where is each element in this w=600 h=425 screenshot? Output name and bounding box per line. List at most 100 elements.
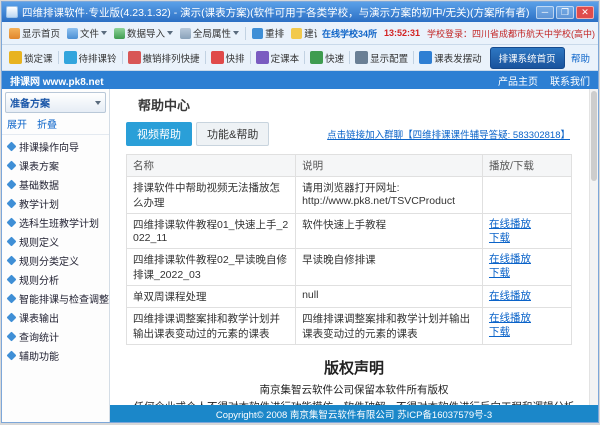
expand-all-link[interactable]: 展开 [7,116,27,131]
sidebar-item-label: 选科生班教学计划 [19,215,99,230]
scheme-selector-label: 准备方案 [10,95,50,110]
table-row: 排课软件中帮助视频无法播放怎么办理请用浏览器打开网址:http://www.pk… [127,177,572,214]
help-video-table: 名称 说明 播放/下载 排课软件中帮助视频无法播放怎么办理请用浏览器打开网址:h… [126,154,572,345]
sidebar-item[interactable]: 规则定义 [2,232,109,251]
download-link[interactable]: 下载 [489,231,510,245]
menu-global-button[interactable]: 全局属性 [177,25,242,41]
menu-file-button[interactable]: 文件 [64,25,110,41]
help-table-body: 排课软件中帮助视频无法播放怎么办理请用浏览器打开网址:http://www.pk… [127,177,572,345]
tool-publish-button[interactable]: 课表发摆动 [417,49,484,67]
toolbar-divider [122,51,123,64]
sidebar-item[interactable]: 规则分类定义 [2,251,109,270]
sidebar-item[interactable]: 教学计划 [2,194,109,213]
sidebar-item[interactable]: 规则分析 [2,270,109,289]
table-row: 四维排课调整案排和教学计划并输出课表变动过的元素的课表四维排课调整案排和教学计划… [127,308,572,345]
tree-node-icon [7,142,17,152]
help-link[interactable]: 帮助 [565,51,590,65]
minimize-button[interactable]: ─ [536,6,554,19]
tool-display-cfg-button[interactable]: 显示配置 [353,49,410,67]
tab-function-help[interactable]: 功能&帮助 [196,122,269,146]
tool-quick-arrange-button[interactable]: 快排 [209,49,247,67]
sidebar-item[interactable]: 选科生班教学计划 [2,213,109,232]
download-link[interactable]: 下载 [489,325,510,339]
online-play-link[interactable]: 在线播放 [489,289,531,303]
fast-icon [211,51,224,64]
col-header-name: 名称 [127,155,296,177]
menu-button-label: 数据导入 [127,26,165,40]
sidebar-item-label: 智能排课与检查调整 [19,291,109,306]
video-desc-cell: null [296,286,483,308]
tool-fix-lesson-button[interactable]: 定课本 [254,49,302,67]
sidebar-item[interactable]: 辅助功能 [2,346,109,365]
contact-us-link[interactable]: 联系我们 [550,73,590,88]
maximize-button[interactable]: ❐ [556,6,574,19]
close-button[interactable]: ✕ [576,6,594,19]
online-play-link[interactable]: 在线播放 [489,217,531,231]
tool-pending-button[interactable]: 待排课铃 [62,49,119,67]
quick-icon [310,51,323,64]
table-row: 单双周课程处理null在线播放 [127,286,572,308]
tree-node-icon [7,256,17,266]
download-link[interactable]: 下载 [489,266,510,280]
menu-redo-button[interactable]: 重排 [249,25,287,41]
lock-icon [9,51,22,64]
tool-button-label: 显示配置 [370,51,408,65]
undo-icon [128,51,141,64]
sidebar-item-label: 教学计划 [19,196,59,211]
tree-node-icon [7,275,17,285]
file-icon [67,28,78,39]
sidebar-item[interactable]: 智能排课与检查调整 [2,289,109,308]
sidebar-item[interactable]: 查询统计 [2,327,109,346]
video-name-cell: 四维排课软件教程02_早读晚自修排课_2022_03 [127,249,296,286]
toolbar-divider [205,51,206,64]
tree-node-icon [7,332,17,342]
vertical-scrollbar[interactable] [589,89,598,405]
publish-icon [419,51,432,64]
tree-node-icon [7,161,17,171]
sidebar: 准备方案 展开 折叠 排课操作向导课表方案基础数据教学计划选科生班教学计划规则定… [2,89,110,422]
tool-lock-button[interactable]: 锁定课 [7,49,55,67]
scheduling-home-button[interactable]: 排课系统首页 [490,47,565,69]
video-name-cell: 四维排课软件教程01_快速上手_2022_11 [127,214,296,249]
video-links-cell: 在线播放下载 [482,214,571,249]
page-title: 帮助中心 [138,95,598,114]
toolbar-divider [349,51,350,64]
sidebar-item[interactable]: 排课操作向导 [2,137,109,156]
tool-undo-arrange-button[interactable]: 撤销排列快捷 [126,49,202,67]
collapse-all-link[interactable]: 折叠 [37,116,57,131]
site-link[interactable]: 排课网 www.pk8.net [10,73,104,88]
toolbar: 锁定课待排课铃撤销排列快捷快排 定课本快速 显示配置课表发摆动 排课系统首页 帮助 [2,45,598,71]
sidebar-item-label: 课表输出 [19,310,59,325]
scheme-selector[interactable]: 准备方案 [5,92,106,113]
toolbar-divider [58,51,59,64]
menubar: 显示首页文件数据导入全局属性重排建议日志 在线学校34所 13:52:31 学校… [2,22,598,45]
video-name-cell: 排课软件中帮助视频无法播放怎么办理 [127,177,296,214]
menu-import-button[interactable]: 数据导入 [111,25,176,41]
window-title: 四维排课软件·专业版(4.23.1.32) - 演示(课表方案)(软件可用于各类… [22,5,532,20]
sidebar-item[interactable]: 课表输出 [2,308,109,327]
online-play-link[interactable]: 在线播放 [489,311,531,325]
scrollbar-thumb[interactable] [591,91,597,181]
col-header-play: 播放/下载 [482,155,571,177]
menu-home-button[interactable]: 显示首页 [6,25,63,41]
sidebar-item[interactable]: 课表方案 [2,156,109,175]
online-play-link[interactable]: 在线播放 [489,252,531,266]
video-desc-cell: 四维排课调整案排和教学计划并输出课表变动过的元素的课表 [296,308,483,345]
tab-video-help[interactable]: 视频帮助 [126,122,192,146]
tree-node-icon [7,351,17,361]
tool-quick-button[interactable]: 快速 [308,49,346,67]
main-content: 帮助中心 视频帮助 功能&帮助 点击链接加入群聊【四维排课课件辅导答疑: 583… [110,89,598,405]
sidebar-item-label: 课表方案 [19,158,59,173]
dropdown-caret-icon [95,101,101,105]
video-links-cell: 在线播放下载 [482,249,571,286]
tool-button-label: 定课本 [271,51,300,65]
body-row: 准备方案 展开 折叠 排课操作向导课表方案基础数据教学计划选科生班教学计划规则定… [2,89,598,422]
tabs-row: 视频帮助 功能&帮助 点击链接加入群聊【四维排课课件辅导答疑: 58330281… [126,122,582,146]
table-row: 四维排课软件教程02_早读晚自修排课_2022_03早读晚自修排课在线播放下载 [127,249,572,286]
video-desc-cell: 早读晚自修排课 [296,249,483,286]
sidebar-item[interactable]: 基础数据 [2,175,109,194]
display-icon [355,51,368,64]
product-home-link[interactable]: 产品主页 [498,73,538,88]
dropdown-caret-icon [101,31,107,35]
qq-group-link[interactable]: 点击链接加入群聊【四维排课课件辅导答疑: 583302818】 [327,127,570,141]
